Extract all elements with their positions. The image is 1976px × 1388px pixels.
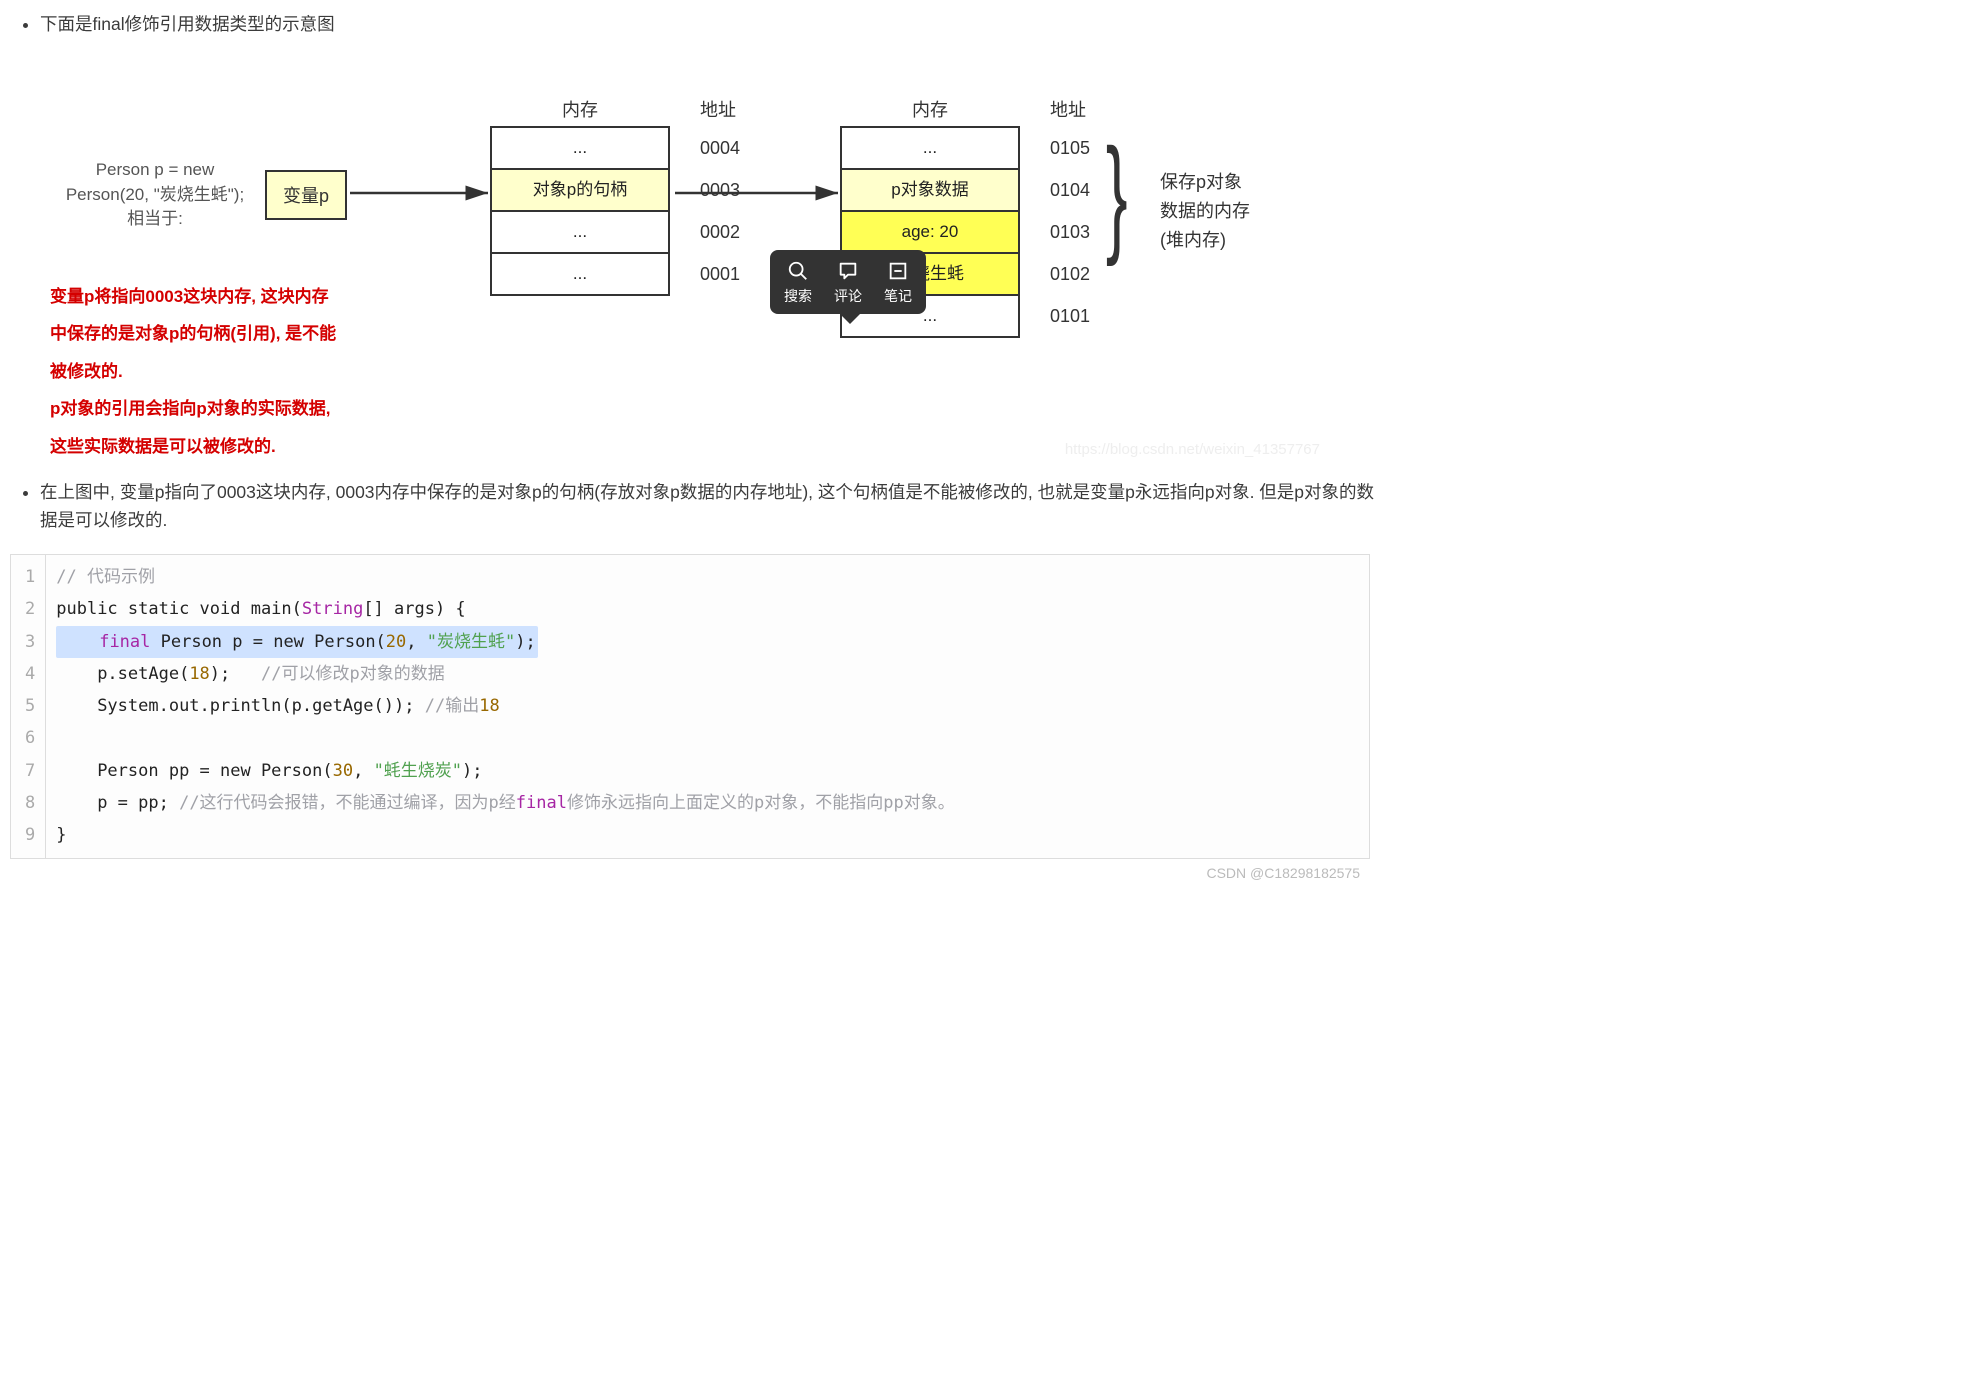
cell-1-1: 对象p的句柄 xyxy=(490,168,670,212)
popover-note-button[interactable]: 笔记 xyxy=(884,260,912,306)
red-line-1: 变量p将指向0003这块内存, 这块内存 xyxy=(50,287,329,306)
addr-1-0: 0004 xyxy=(700,138,740,159)
code-l3-highlight: final Person p = new Person(20, "炭烧生蚝"); xyxy=(56,626,537,658)
addr-header-2: 地址 xyxy=(1050,96,1086,122)
code-l3-sp xyxy=(58,632,99,652)
code-l8-cmt2: 修饰永远指向上面定义的p对象，不能指向pp对象。 xyxy=(567,793,955,813)
declaration-text: Person p = new Person(20, "炭烧生蚝"); 相当于: xyxy=(60,158,250,232)
code-l5-num: 18 xyxy=(479,696,499,716)
code-l8-final: final xyxy=(516,793,567,813)
code-l7-comma: , xyxy=(353,761,373,781)
code-l9: } xyxy=(56,825,66,845)
cell-1-2: ... xyxy=(490,210,670,254)
bullet-list-2: 在上图中, 变量p指向了0003这块内存, 0003内存中保存的是对象p的句柄(… xyxy=(40,478,1380,534)
brace-label-3: (堆内存) xyxy=(1160,230,1226,250)
red-line-2: 中保存的是对象p的句柄(引用), 是不能 xyxy=(50,324,336,343)
code-l4-num: 18 xyxy=(189,664,209,684)
addr-header-1: 地址 xyxy=(700,96,736,122)
brace-label-2: 数据的内存 xyxy=(1160,201,1250,221)
addr-1-3: 0001 xyxy=(700,264,740,285)
selection-popover: 搜索 评论 笔记 xyxy=(770,250,926,314)
cell-1-3: ... xyxy=(490,252,670,296)
addr-1-1: 0003 xyxy=(700,180,740,201)
popover-comment-button[interactable]: 评论 xyxy=(834,260,862,306)
red-note-block: 变量p将指向0003这块内存, 这块内存 中保存的是对象p的句柄(引用), 是不… xyxy=(50,278,450,465)
cell-2-1: p对象数据 xyxy=(840,168,1020,212)
code-l2-type: String xyxy=(302,599,363,619)
addr-2-2: 0103 xyxy=(1050,222,1090,243)
red-line-5: 这些实际数据是可以被修改的. xyxy=(50,437,276,456)
variable-p-box: 变量p xyxy=(265,170,347,220)
decl-line1: Person p = new xyxy=(96,160,215,179)
search-icon xyxy=(787,260,809,282)
decl-line3: 相当于: xyxy=(127,209,183,228)
brace-label-1: 保存p对象 xyxy=(1160,172,1242,192)
code-l3-num: 20 xyxy=(386,632,406,652)
addr-2-0: 0105 xyxy=(1050,138,1090,159)
bullet-list-1: 下面是final修饰引用数据类型的示意图 xyxy=(40,10,1380,38)
popover-search-label: 搜索 xyxy=(784,286,812,306)
code-l7-str: "蚝生烧炭" xyxy=(374,761,462,781)
code-l2a: public static void main( xyxy=(56,599,302,619)
cell-2-0: ... xyxy=(840,126,1020,170)
code-l7-num: 30 xyxy=(333,761,353,781)
code-l3-comma: , xyxy=(406,632,426,652)
memory-column-1: ... 对象p的句柄 ... ... xyxy=(490,128,670,296)
note-icon xyxy=(887,260,909,282)
popover-note-label: 笔记 xyxy=(884,286,912,306)
cell-1-0: ... xyxy=(490,126,670,170)
addr-2-4: 0101 xyxy=(1050,306,1090,327)
code-l3-final: final xyxy=(99,632,150,652)
red-line-4: p对象的引用会指向p对象的实际数据, xyxy=(50,399,331,418)
code-l8a: p = pp; xyxy=(56,793,179,813)
code-l8-cmt1: //这行代码会报错，不能通过编译，因为p经 xyxy=(179,793,516,813)
popover-comment-label: 评论 xyxy=(834,286,862,306)
popover-search-button[interactable]: 搜索 xyxy=(784,260,812,306)
bullet-1: 下面是final修饰引用数据类型的示意图 xyxy=(40,10,1380,38)
memory-diagram: Person p = new Person(20, "炭烧生蚝"); 相当于: … xyxy=(20,58,1360,458)
cell-2-2: age: 20 xyxy=(840,210,1020,254)
brace-icon: } xyxy=(1106,136,1128,253)
addr-2-1: 0104 xyxy=(1050,180,1090,201)
page: 下面是final修饰引用数据类型的示意图 Person p = new Pers… xyxy=(0,0,1380,901)
code-l7-end: ); xyxy=(462,761,482,781)
code-l7a: Person pp = new Person( xyxy=(56,761,332,781)
code-content: // 代码示例 public static void main(String[]… xyxy=(46,555,1369,858)
bullet-2: 在上图中, 变量p指向了0003这块内存, 0003内存中保存的是对象p的句柄(… xyxy=(40,478,1380,534)
code-l3-end: ); xyxy=(515,632,535,652)
code-l3a: Person p = new Person( xyxy=(150,632,385,652)
brace-label: 保存p对象 数据的内存 (堆内存) xyxy=(1160,168,1250,254)
red-line-3: 被修改的. xyxy=(50,362,123,381)
code-l4-cmt: //可以修改p对象的数据 xyxy=(261,664,445,684)
addr-1-2: 0002 xyxy=(700,222,740,243)
code-l5a: System.out.println(p.getAge()); xyxy=(56,696,424,716)
code-l3-str: "炭烧生蚝" xyxy=(427,632,515,652)
addr-2-3: 0102 xyxy=(1050,264,1090,285)
diagram-watermark: https://blog.csdn.net/weixin_41357767 xyxy=(1065,441,1320,458)
mem-header-1: 内存 xyxy=(490,96,670,122)
mem-header-2: 内存 xyxy=(840,96,1020,122)
code-l5-cmt: //输出 xyxy=(425,696,479,716)
code-l4a: p.setAge( xyxy=(56,664,189,684)
footer-watermark: CSDN @C18298182575 xyxy=(0,859,1380,891)
code-block: 123456789 // 代码示例 public static void mai… xyxy=(10,554,1370,859)
comment-icon xyxy=(837,260,859,282)
code-l4b: ); xyxy=(210,664,261,684)
code-l2b: [] args) { xyxy=(363,599,465,619)
code-l1: // 代码示例 xyxy=(56,567,155,587)
code-gutter: 123456789 xyxy=(11,555,46,858)
decl-line2: Person(20, "炭烧生蚝"); xyxy=(66,185,244,204)
